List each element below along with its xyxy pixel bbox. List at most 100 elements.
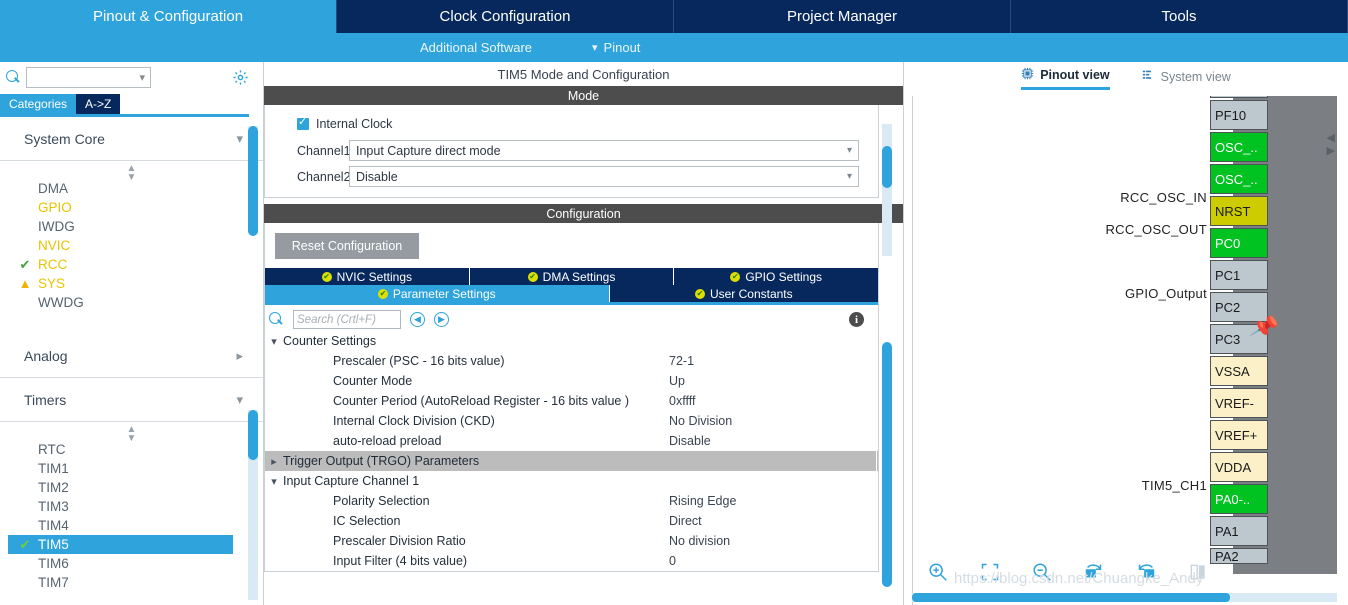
pin-label: VREF-: [1215, 395, 1254, 411]
sidebar-item-iwdg[interactable]: IWDG: [38, 217, 263, 236]
pin-block-pa1[interactable]: PA1: [1210, 516, 1268, 546]
param-row-prescaler[interactable]: Prescaler (PSC - 16 bits value) 72-1: [265, 351, 878, 371]
tab-parameter-settings[interactable]: ✔ Parameter Settings: [265, 285, 610, 302]
tab-pinout-view[interactable]: Pinout view: [1021, 67, 1110, 90]
gear-icon[interactable]: [232, 69, 249, 86]
pin-block-vref-minus[interactable]: VREF-: [1210, 388, 1268, 418]
subtab-pinout[interactable]: ▾ Pinout: [592, 40, 640, 55]
sidebar-group-analog[interactable]: Analog ▸: [0, 334, 263, 378]
sidebar-item-tim6[interactable]: TIM6: [38, 554, 263, 573]
config-scrollbar-thumb[interactable]: [882, 342, 892, 587]
tab-tools[interactable]: Tools: [1011, 0, 1348, 33]
subtab-additional-software[interactable]: Additional Software: [420, 40, 532, 55]
item-label: SYS: [38, 276, 66, 291]
sidebar-scrollbar-thumb-lower[interactable]: [248, 410, 258, 460]
sidebar-group-timers[interactable]: Timers ▾: [0, 378, 263, 422]
sidebar-item-tim2[interactable]: TIM2: [38, 478, 263, 497]
sidebar-group-system-core[interactable]: System Core ▾: [0, 117, 263, 161]
sidebar-tab-categories[interactable]: Categories: [0, 94, 77, 114]
internal-clock-checkbox[interactable]: [297, 115, 309, 130]
sidebar-item-dma[interactable]: DMA: [38, 179, 263, 198]
param-label: auto-reload preload: [333, 434, 442, 448]
sidebar-item-rtc[interactable]: RTC: [38, 440, 263, 459]
pin-block[interactable]: PF10: [1210, 96, 1268, 98]
tab-label: Tools: [1161, 8, 1197, 25]
pin-block-vdda[interactable]: VDDA: [1210, 452, 1268, 482]
sidebar-item-sys[interactable]: ▲ SYS: [19, 274, 263, 293]
pin-label: OSC_..: [1215, 171, 1258, 187]
tab-label: Pinout & Configuration: [92, 8, 244, 25]
info-icon[interactable]: i: [849, 312, 864, 327]
item-label: TIM1: [38, 461, 69, 476]
canvas-horizontal-scrollbar[interactable]: [912, 593, 1337, 602]
param-group-input-capture-channel-1[interactable]: ▾ Input Capture Channel 1: [265, 471, 878, 491]
param-value: Rising Edge: [669, 494, 737, 508]
param-row-polarity-selection[interactable]: Polarity Selection Rising Edge: [265, 491, 878, 511]
item-label: TIM2: [38, 480, 69, 495]
sidebar-item-nvic[interactable]: NVIC: [38, 236, 263, 255]
param-row-counter-period[interactable]: Counter Period (AutoReload Register - 16…: [265, 391, 878, 411]
pin-block-vssa[interactable]: VSSA: [1210, 356, 1268, 386]
next-match-icon[interactable]: ▶: [434, 312, 449, 327]
scroll-spinner-icon[interactable]: ▲ ▼: [0, 422, 263, 444]
tab-dma-settings[interactable]: ✔ DMA Settings: [469, 268, 675, 285]
param-row-counter-mode[interactable]: Counter Mode Up: [265, 371, 878, 391]
tab-user-constants[interactable]: ✔ User Constants: [609, 285, 878, 302]
sidebar-item-rcc[interactable]: ✔ RCC: [20, 255, 263, 274]
chevron-right-icon: ▸: [236, 347, 243, 363]
param-row-internal-clock-division[interactable]: Internal Clock Division (CKD) No Divisio…: [265, 411, 878, 431]
sub-tab-bar: Additional Software ▾ Pinout: [0, 33, 1348, 62]
param-group-counter-settings[interactable]: ▾ Counter Settings: [265, 331, 878, 351]
parameter-list: ▾ Counter Settings Prescaler (PSC - 16 b…: [265, 331, 878, 571]
tab-label: User Constants: [709, 286, 793, 301]
tab-gpio-settings[interactable]: ✔ GPIO Settings: [674, 268, 879, 285]
param-row-auto-reload-preload[interactable]: auto-reload preload Disable: [265, 431, 878, 451]
pin-block-pa0[interactable]: PA0-..: [1210, 484, 1268, 514]
canvas-nav-arrows[interactable]: ◀ ▶: [1327, 132, 1335, 158]
pin-label: PF10: [1215, 107, 1247, 123]
tab-pinout-configuration[interactable]: Pinout & Configuration: [0, 0, 337, 33]
pin-block-nrst[interactable]: NRST: [1210, 196, 1268, 226]
tab-nvic-settings[interactable]: ✔ NVIC Settings: [265, 268, 470, 285]
config-tab-row-1: ✔ NVIC Settings ✔ DMA Settings ✔ GPIO Se…: [265, 268, 879, 285]
tab-system-view[interactable]: System view: [1142, 69, 1231, 89]
sidebar-item-tim1[interactable]: TIM1: [38, 459, 263, 478]
pin-block-pf10[interactable]: PF10: [1210, 100, 1268, 130]
scrollbar-thumb[interactable]: [912, 593, 1230, 602]
sidebar-item-tim5[interactable]: ✔ TIM5: [8, 535, 233, 554]
system-icon: [1142, 69, 1155, 85]
sidebar-item-gpio[interactable]: GPIO: [38, 198, 263, 217]
previous-match-icon[interactable]: ◀: [410, 312, 425, 327]
sidebar-item-wwdg[interactable]: WWDG: [38, 293, 263, 312]
internal-clock-row[interactable]: Internal Clock: [265, 113, 878, 135]
param-row-ic-selection[interactable]: IC Selection Direct: [265, 511, 878, 531]
channel1-select[interactable]: Input Capture direct mode ▾: [349, 140, 859, 161]
tab-clock-configuration[interactable]: Clock Configuration: [337, 0, 674, 33]
pin-block-vref-plus[interactable]: VREF+: [1210, 420, 1268, 450]
pinout-canvas[interactable]: PF10 PF10 OSC_.. OSC_.. NRST PC0 PC1 PC: [912, 96, 1337, 605]
pin-block-osc-in[interactable]: OSC_..: [1210, 132, 1268, 162]
sidebar-scrollbar-thumb-upper[interactable]: [248, 126, 258, 236]
pin-block-pc1[interactable]: PC1: [1210, 260, 1268, 290]
param-search-input[interactable]: Search (Crtl+F): [293, 310, 401, 329]
sidebar-item-tim3[interactable]: TIM3: [38, 497, 263, 516]
param-row-prescaler-division-ratio[interactable]: Prescaler Division Ratio No division: [265, 531, 878, 551]
sidebar-item-tim4[interactable]: TIM4: [38, 516, 263, 535]
mode-scroll-trough[interactable]: [882, 124, 892, 256]
reset-configuration-button[interactable]: Reset Configuration: [275, 233, 419, 259]
param-row-input-filter[interactable]: Input Filter (4 bits value) 0: [265, 551, 878, 571]
item-label: RCC: [38, 257, 68, 272]
chip-icon: [1021, 67, 1034, 83]
search-input[interactable]: ▾: [26, 66, 151, 88]
tab-project-manager[interactable]: Project Manager: [674, 0, 1011, 33]
sidebar-item-tim7[interactable]: TIM7: [38, 573, 263, 592]
scroll-spinner-icon[interactable]: ▲ ▼: [0, 161, 263, 183]
param-label: Input Filter (4 bits value): [333, 554, 468, 568]
chevron-down-icon: ▾: [846, 171, 852, 182]
pin-block-osc-out[interactable]: OSC_..: [1210, 164, 1268, 194]
param-group-trgo-parameters[interactable]: ▸ Trigger Output (TRGO) Parameters: [265, 451, 878, 471]
pin-block-pc0[interactable]: PC0: [1210, 228, 1268, 258]
channel2-select[interactable]: Disable ▾: [349, 166, 859, 187]
mode-scrollbar-thumb[interactable]: [882, 146, 892, 188]
sidebar-tab-a-to-z[interactable]: A->Z: [76, 94, 121, 114]
